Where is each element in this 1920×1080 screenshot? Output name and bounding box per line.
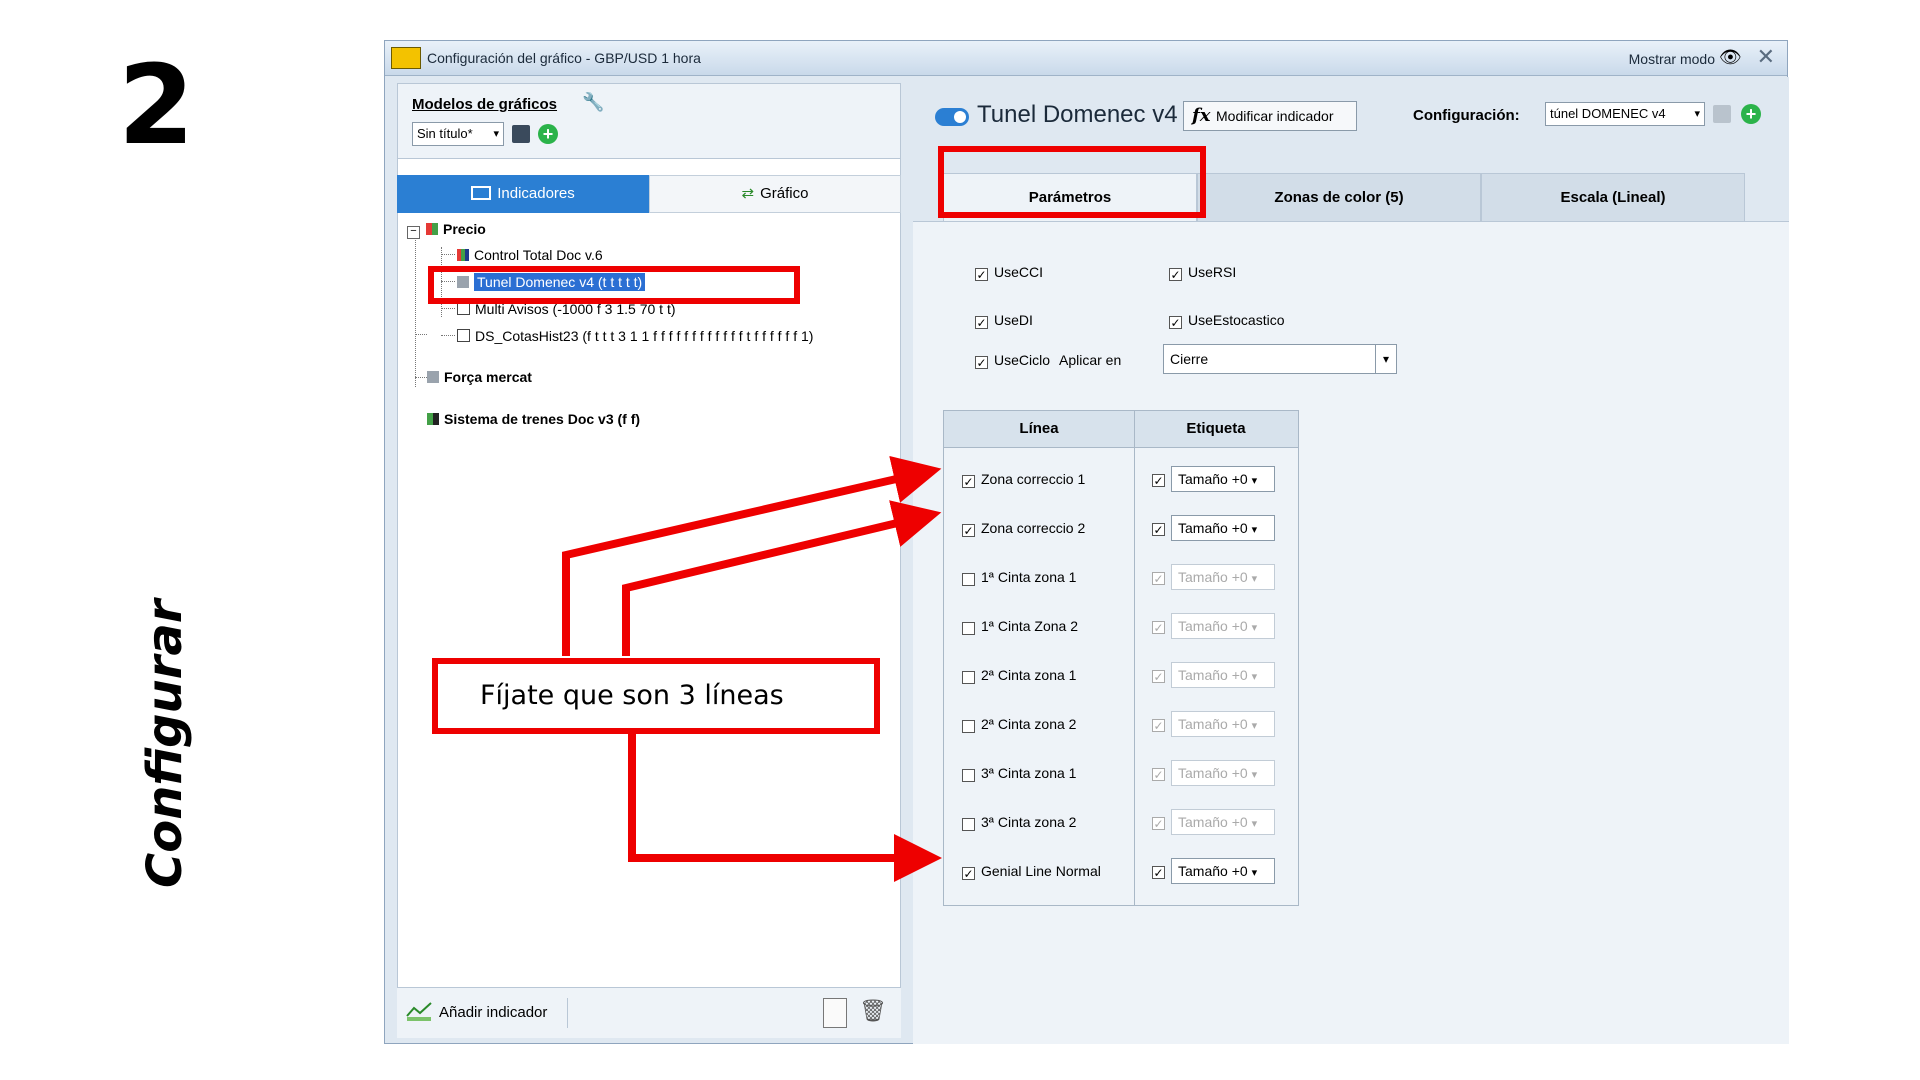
arrow-to-line-3	[628, 734, 942, 882]
arrow-to-line-2	[622, 500, 942, 656]
annotation-arrows	[562, 455, 942, 882]
annotation-note: Fíjate que son 3 líneas	[432, 658, 880, 734]
arrow-to-line-1	[562, 455, 942, 656]
